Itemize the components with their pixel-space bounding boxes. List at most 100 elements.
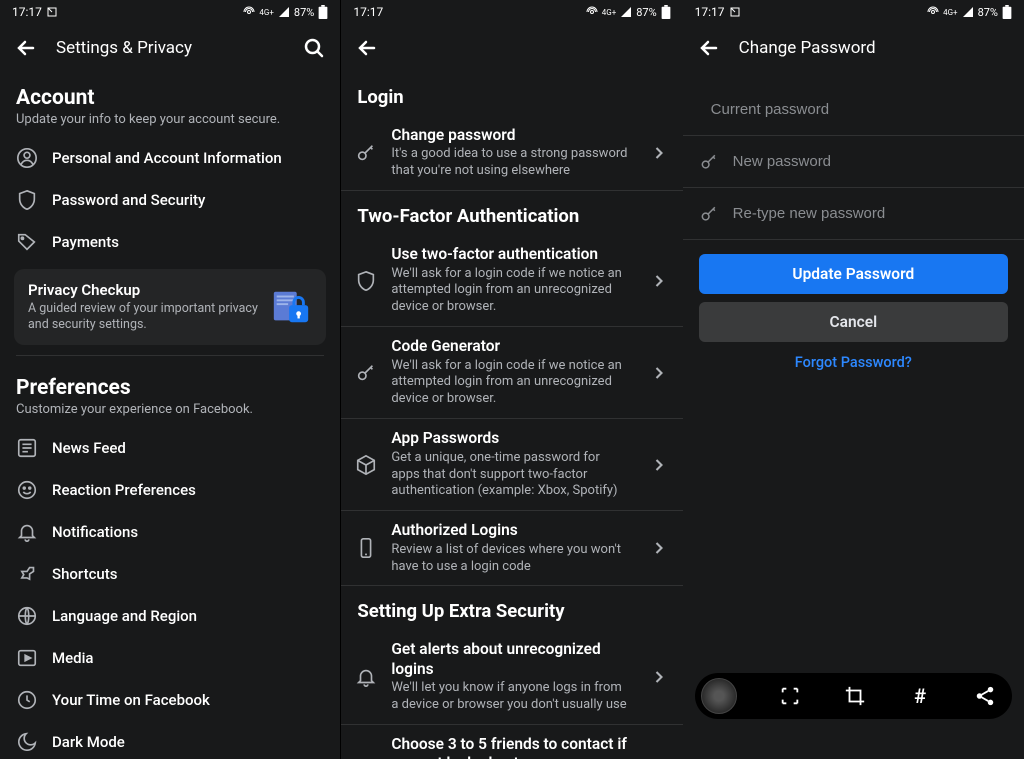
row-title: Get alerts about unrecognized logins [391,640,630,679]
back-icon[interactable] [355,36,379,60]
phone-icon [355,537,377,559]
chevron-right-icon [649,538,669,558]
payments-item[interactable]: Payments [0,221,340,263]
status-bar: 17:17 4G+ 87% [0,0,340,24]
update-password-button[interactable]: Update Password [699,254,1008,294]
shield-icon [355,270,377,292]
list-item-label: News Feed [52,439,126,457]
bell-icon [16,521,38,543]
page-title: Change Password [739,38,1010,58]
row-subtitle: It's a good idea to use a strong passwor… [391,146,630,180]
personal-info-item[interactable]: Personal and Account Information [0,137,340,179]
privacy-lock-icon [270,286,312,328]
media-item[interactable]: Media [0,637,340,679]
current-password-input[interactable] [711,101,1008,118]
back-icon[interactable] [14,36,38,60]
play-square-icon [16,647,38,669]
battery-text: 87% [636,6,656,19]
screenshot-indicator-icon [46,6,58,18]
use-two-factor-item[interactable]: Use two-factor authentication We'll ask … [341,235,682,327]
hotspot-icon [927,6,939,18]
account-section-subtitle: Update your info to keep your account se… [16,112,324,129]
screenshot-indicator-icon [729,6,741,18]
row-title: Authorized Logins [391,521,630,540]
list-item-label: Personal and Account Information [52,149,282,167]
list-item-label: Your Time on Facebook [52,691,210,709]
status-bar: 17:17 4G+ 87% [341,0,682,24]
notifications-item[interactable]: Notifications [0,511,340,553]
dark-mode-item[interactable]: Dark Mode [0,721,340,759]
your-time-item[interactable]: Your Time on Facebook [0,679,340,721]
signal-icon [962,6,974,18]
status-time: 17:17 [353,5,383,19]
account-section-title: Account [16,86,324,110]
row-subtitle: Review a list of devices where you won't… [391,542,630,576]
crop-icon[interactable] [844,685,866,707]
clock-icon [16,689,38,711]
app-bar [341,24,682,72]
chevron-right-icon [649,667,669,687]
list-item-label: Shortcuts [52,565,117,583]
moon-icon [16,731,38,753]
list-item-label: Password and Security [52,191,205,209]
bell-icon [355,666,377,688]
signal-icon [278,6,290,18]
signal-icon [620,6,632,18]
battery-text: 87% [978,6,998,19]
code-generator-item[interactable]: Code Generator We'll ask for a login cod… [341,327,682,419]
current-password-row [683,84,1024,136]
back-icon[interactable] [697,36,721,60]
list-item-label: Language and Region [52,607,197,625]
privacy-checkup-card[interactable]: Privacy Checkup A guided review of your … [14,269,326,346]
app-bar: Change Password [683,24,1024,72]
new-password-input[interactable] [733,153,1008,170]
card-subtitle: A guided review of your important privac… [28,301,258,334]
news-feed-item[interactable]: News Feed [0,427,340,469]
list-item-label: Dark Mode [52,733,125,751]
authorized-logins-item[interactable]: Authorized Logins Review a list of devic… [341,511,682,586]
retype-password-row [683,188,1024,240]
smart-select-icon[interactable] [779,685,801,707]
row-title: Choose 3 to 5 friends to contact if you … [391,735,630,759]
forgot-password-link[interactable]: Forgot Password? [683,342,1024,383]
change-password-item[interactable]: Change password It's a good idea to use … [341,116,682,191]
chevron-right-icon [649,271,669,291]
settings-privacy-panel: 17:17 4G+ 87% Settings & Privacy Account… [0,0,341,759]
trusted-contacts-item[interactable]: Choose 3 to 5 friends to contact if you … [341,725,682,759]
key-icon [355,142,377,164]
battery-icon [318,5,328,19]
tag-icon [16,231,38,253]
list-item-label: Media [52,649,94,667]
shield-icon [16,189,38,211]
chevron-right-icon [649,143,669,163]
app-passwords-item[interactable]: App Passwords Get a unique, one-time pas… [341,419,682,511]
network-label: 4G+ [259,8,273,17]
reaction-preferences-item[interactable]: Reaction Preferences [0,469,340,511]
password-security-item[interactable]: Password and Security [0,179,340,221]
row-title: Change password [391,126,630,145]
share-icon[interactable] [974,685,996,707]
language-item[interactable]: Language and Region [0,595,340,637]
user-circle-icon [16,147,38,169]
login-group-header: Login [341,72,682,116]
preferences-section-subtitle: Customize your experience on Facebook. [16,402,324,419]
shortcuts-item[interactable]: Shortcuts [0,553,340,595]
list-item-label: Payments [52,233,119,251]
divider [16,355,324,356]
page-title: Settings & Privacy [56,38,284,58]
retype-password-input[interactable] [733,205,1008,222]
smile-icon [16,479,38,501]
row-subtitle: We'll ask for a login code if we notice … [391,358,630,409]
list-item-label: Reaction Preferences [52,481,196,499]
search-icon[interactable] [302,36,326,60]
cube-icon [355,454,377,476]
globe-icon [16,605,38,627]
app-bar: Settings & Privacy [0,24,340,72]
hashtag-icon[interactable]: # [909,685,931,707]
row-title: Use two-factor authentication [391,245,630,264]
card-title: Privacy Checkup [28,281,258,299]
screenshot-thumbnail[interactable] [701,678,737,714]
status-time: 17:17 [695,5,725,19]
login-alerts-item[interactable]: Get alerts about unrecognized logins We'… [341,630,682,725]
cancel-button[interactable]: Cancel [699,302,1008,342]
